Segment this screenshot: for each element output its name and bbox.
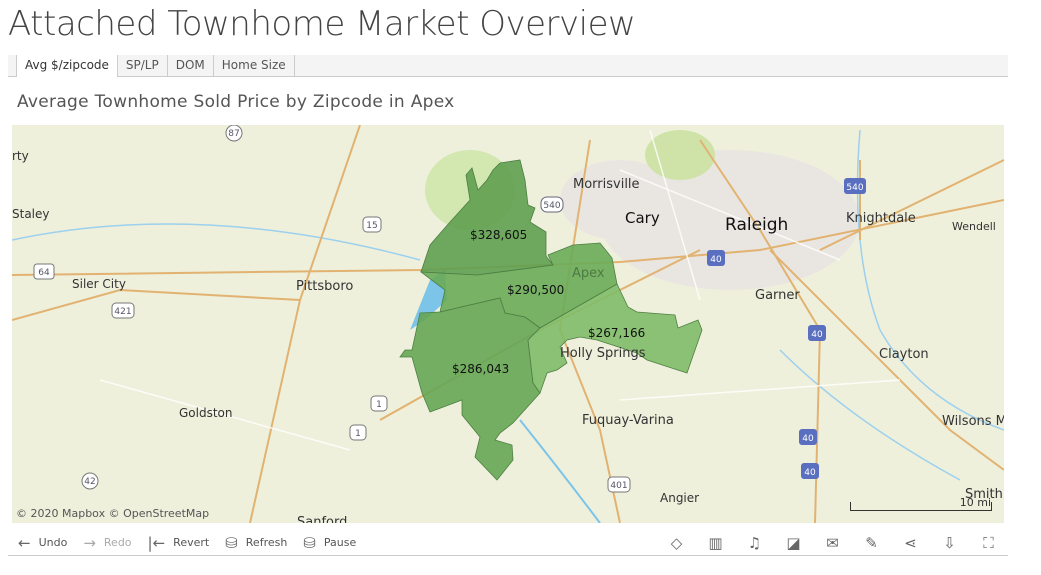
interstate-shield-40c: 40	[799, 429, 817, 445]
viz-toolbar: ← Undo → Redo |← Revert ⛁ Refresh ⛁ Pause ◇ ▥…	[8, 530, 1008, 556]
refresh-icon: ⛁	[225, 533, 238, 552]
place-wilsons-mills: Wilsons M	[942, 414, 1004, 429]
place-knightdale: Knightdale	[846, 211, 916, 226]
place-fuquay-varina: Fuquay-Varina	[582, 413, 674, 428]
svg-text:540: 540	[543, 201, 560, 211]
region-label-267166: $267,166	[588, 326, 646, 340]
svg-text:40: 40	[710, 255, 722, 265]
region-label-286043: $286,043	[452, 362, 510, 376]
svg-text:1: 1	[355, 429, 361, 439]
region-label-290500: $290,500	[507, 283, 565, 297]
svg-text:421: 421	[114, 307, 131, 317]
route-shield-421: 421	[111, 302, 135, 319]
tab-dom[interactable]: DOM	[168, 55, 214, 76]
route-shield-15: 15	[362, 216, 382, 233]
place-holly-springs: Holly Springs	[560, 346, 646, 361]
route-shield-401: 401	[607, 476, 631, 493]
route-shield-42: 42	[81, 472, 99, 490]
revert-button[interactable]: |← Revert	[148, 534, 210, 552]
arrow-right-icon: →	[83, 533, 96, 552]
tab-bar: Avg $/zipcode SP/LP DOM Home Size	[8, 55, 1008, 77]
region-label-328605: $328,605	[470, 228, 528, 242]
map-view[interactable]: 87 15 540 64 421 1 1 42 401 40 40 40 40 …	[12, 125, 1004, 523]
dashboard-title: Attached Townhome Market Overview	[8, 4, 636, 44]
place-cary: Cary	[625, 209, 660, 227]
route-shield-1: 1	[370, 395, 388, 412]
interstate-shield-40d: 40	[801, 463, 819, 479]
svg-text:540: 540	[846, 183, 863, 193]
zip-region-286043	[399, 297, 541, 481]
alert-bell-icon[interactable]: ♫	[735, 534, 774, 552]
revert-icon: |←	[147, 533, 166, 552]
place-wendell: Wendell	[952, 220, 996, 233]
tag-icon[interactable]: ◇	[657, 534, 696, 552]
interstate-shield-40: 40	[707, 250, 725, 266]
route-shield-64: 64	[33, 263, 55, 280]
refresh-button[interactable]: ⛁ Refresh	[225, 534, 287, 552]
place-siler-city: Siler City	[72, 277, 126, 291]
chart-title: Average Townhome Sold Price by Zipcode i…	[17, 92, 455, 112]
place-pittsboro: Pittsboro	[296, 279, 354, 294]
svg-text:87: 87	[228, 129, 239, 139]
arrow-left-icon: ←	[18, 533, 31, 552]
place-angier: Angier	[660, 491, 700, 505]
place-clayton: Clayton	[879, 347, 929, 362]
map-attribution[interactable]: © 2020 Mapbox © OpenStreetMap	[16, 507, 209, 520]
pause-button[interactable]: ⛁ Pause	[303, 534, 356, 552]
place-staley: Staley	[12, 207, 50, 221]
map-base: 87 15 540 64 421 1 1 42 401 40 40 40 40 …	[12, 125, 1004, 523]
metrics-icon[interactable]: ▥	[696, 534, 735, 552]
scale-label: 10 mi	[959, 496, 991, 509]
svg-text:40: 40	[804, 468, 816, 478]
place-raleigh: Raleigh	[725, 215, 789, 235]
place-goldston: Goldston	[179, 406, 233, 420]
place-morrisville: Morrisville	[573, 177, 640, 192]
share-icon[interactable]: ⋖	[891, 534, 930, 552]
map-scale-bar: 10 mi	[850, 496, 992, 511]
mail-add-icon[interactable]: ✉	[813, 534, 852, 552]
tab-avg-per-zipcode[interactable]: Avg $/zipcode	[17, 55, 118, 77]
svg-text:42: 42	[84, 477, 95, 487]
pause-icon: ⛁	[303, 533, 316, 552]
route-shield-540: 540	[540, 196, 564, 213]
download-icon[interactable]: ⇩	[930, 534, 969, 552]
place-partial: rty	[12, 149, 29, 163]
redo-button[interactable]: → Redo	[83, 534, 131, 552]
fullscreen-icon[interactable]: ⛶	[969, 534, 1008, 552]
svg-text:15: 15	[366, 221, 377, 231]
svg-text:1: 1	[376, 400, 382, 410]
pencil-icon[interactable]: ✎	[852, 534, 891, 552]
tab-sp-lp[interactable]: SP/LP	[118, 55, 168, 76]
tab-home-size[interactable]: Home Size	[214, 55, 295, 76]
subscribe-chart-icon[interactable]: ◪	[774, 534, 813, 552]
place-garner: Garner	[755, 288, 800, 303]
place-sanford: Sanford	[297, 515, 348, 523]
svg-text:64: 64	[38, 268, 50, 278]
svg-text:401: 401	[610, 481, 627, 491]
undo-button[interactable]: ← Undo	[18, 534, 67, 552]
route-shield-1b: 1	[349, 424, 367, 441]
place-apex: Apex	[572, 266, 605, 281]
svg-text:40: 40	[802, 434, 814, 444]
interstate-shield-540: 540	[844, 178, 866, 194]
interstate-shield-40b: 40	[808, 325, 826, 341]
route-shield-87: 87	[225, 125, 243, 142]
svg-text:40: 40	[811, 330, 823, 340]
